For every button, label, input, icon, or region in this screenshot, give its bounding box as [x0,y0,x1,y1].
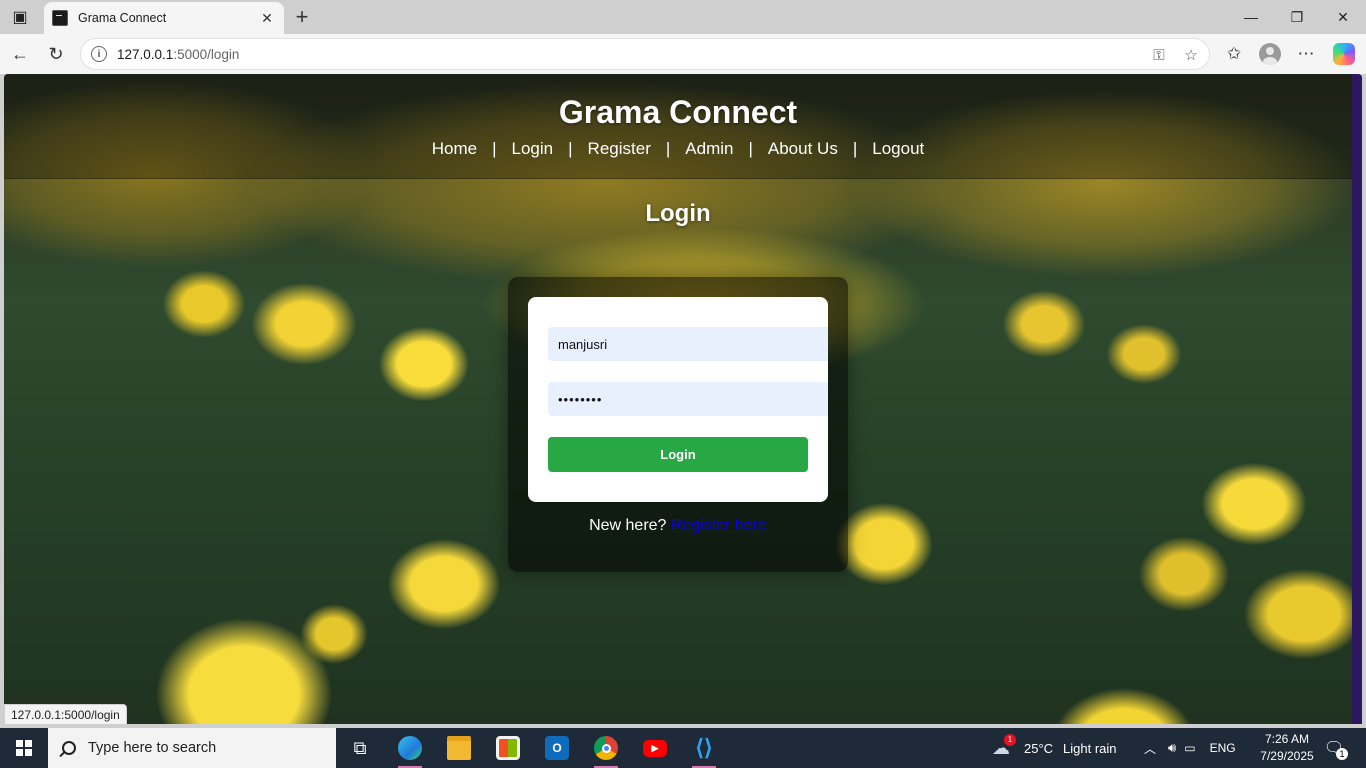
notification-count: 1 [1336,748,1348,760]
nav-login[interactable]: Login [512,139,554,159]
weather-cloud-icon: ☁ 1 [992,733,1016,759]
vscode-icon[interactable]: ⟨⟩ [680,728,728,768]
page-scrollbar[interactable] [1352,74,1362,724]
site-title: Grama Connect [558,94,798,130]
windows-logo-icon [16,740,32,756]
key-icon[interactable]: ⚿ [1147,43,1171,67]
profile-avatar-icon[interactable] [1256,40,1284,68]
nav-register[interactable]: Register [588,139,651,159]
address-url[interactable]: 127.0.0.1:5000/login [117,47,239,62]
login-panel: Login New here? Register here [508,277,848,572]
browser-toolbar: ← ↻ i 127.0.0.1:5000/login ⚿ ☆ ✩ ⋯ [0,34,1366,74]
status-bar-url: 127.0.0.1:5000/login [4,704,127,725]
clock-time: 7:26 AM [1264,732,1310,746]
start-button[interactable] [0,728,48,768]
taskbar: Type here to search ⧉ O ▶ ⟨⟩ ☁ 1 25°C Lig… [0,728,1366,768]
new-tab-button[interactable]: + [288,3,316,31]
store-icon[interactable] [484,728,532,768]
show-hidden-icons-chevron-icon[interactable]: ︿ [1144,740,1156,757]
terminal-favicon-icon [52,10,68,26]
register-prompt: New here? Register here [508,517,848,535]
taskbar-search[interactable]: Type here to search [48,728,336,768]
weather-widget[interactable]: ☁ 1 25°C Light rain [992,728,1117,768]
edge-icon[interactable] [386,728,434,768]
weather-temp: 25°C [1024,740,1054,756]
reload-icon[interactable]: ↻ [41,39,71,69]
window-close-icon[interactable]: ✕ [1320,0,1366,34]
clock-date: 7/29/2025 [1260,749,1314,763]
favorites-icon[interactable]: ✩ [1220,40,1248,68]
site-header: Grama Connect Home | Login | Register | … [4,74,1352,179]
chrome-icon[interactable] [582,728,630,768]
browser-tab-bar: ▣ Grama Connect ✕ + — ❐ ✕ [0,0,1366,34]
nav-about-us[interactable]: About Us [768,139,838,159]
minimize-icon[interactable]: — [1228,0,1274,34]
login-form: Login [528,297,828,502]
file-explorer-icon[interactable] [435,728,483,768]
language-indicator[interactable]: ENG [1210,741,1236,755]
browser-tab-active[interactable]: Grama Connect ✕ [44,2,284,34]
page-viewport: Grama Connect Home | Login | Register | … [4,74,1362,724]
restore-icon[interactable]: ❐ [1274,0,1320,34]
youtube-icon[interactable]: ▶ [631,728,679,768]
more-options-icon[interactable]: ⋯ [1292,40,1320,68]
nav-logout[interactable]: Logout [872,139,924,159]
nav-separator: | [748,139,753,158]
taskbar-clock[interactable]: 7:26 AM 7/29/2025 [1252,731,1322,765]
search-placeholder: Type here to search [88,740,217,756]
username-input[interactable] [548,327,828,361]
task-view-icon[interactable]: ⧉ [336,728,384,768]
search-icon [62,741,76,755]
nav-separator: | [492,139,497,158]
address-bar[interactable]: i 127.0.0.1:5000/login ⚿ ☆ [80,38,1210,70]
tray-icons: ︿ 🔊︎ ▭ ENG [1144,728,1236,768]
page-title: Login [645,200,711,227]
weather-description: Light rain [1063,740,1117,756]
password-input[interactable] [548,382,828,416]
volume-icon[interactable]: 🔊︎ [1168,740,1176,756]
outlook-icon[interactable]: O [533,728,581,768]
nav-admin[interactable]: Admin [685,139,733,159]
nav-separator: | [852,139,858,158]
login-button[interactable]: Login [548,437,808,472]
register-link[interactable]: Register here [671,517,767,534]
nav-separator: | [665,139,671,158]
back-arrow-icon[interactable]: ← [5,39,35,69]
tab-actions-icon[interactable]: ▣ [0,0,40,34]
site-info-icon[interactable]: i [91,46,107,62]
copilot-icon[interactable] [1330,40,1358,68]
tab-close-icon[interactable]: ✕ [258,10,276,27]
notification-center-icon[interactable]: 🗨︎ 1 [1322,736,1348,760]
favorite-star-icon[interactable]: ☆ [1179,43,1203,67]
battery-icon[interactable]: ▭ [1184,741,1195,755]
main-nav: Home | Login | Register | Admin | About … [4,139,1352,159]
nav-separator: | [568,139,573,158]
new-here-text: New here? [589,517,667,534]
weather-badge: 1 [1004,733,1016,746]
nav-home[interactable]: Home [432,139,477,159]
tab-title: Grama Connect [78,11,167,25]
